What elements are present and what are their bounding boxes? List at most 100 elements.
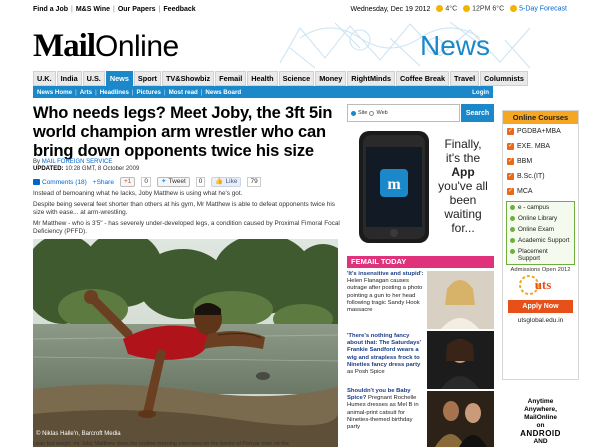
utility-bar: Find a Job | M&S Wine | Our Papers | Fee… [0, 0, 600, 18]
masthead-pattern [279, 21, 531, 69]
separator: | [113, 5, 115, 13]
nav-travel[interactable]: Travel [450, 71, 480, 86]
search-button[interactable]: Search [461, 104, 494, 122]
separator: | [163, 88, 166, 96]
online-courses-ad[interactable]: Online Courses ✓ PGDBA+MBA ✓ EXE. MBA ✓ BBM… [502, 110, 579, 380]
subnav-arts[interactable]: Arts [80, 89, 92, 96]
nav-us[interactable]: U.S. [82, 71, 105, 86]
story-body: as Posh Spice [347, 369, 385, 376]
apply-now-button[interactable]: Apply Now [508, 300, 573, 313]
radio-web[interactable] [369, 110, 375, 116]
checkbox-icon: ✓ [507, 143, 514, 150]
site-logo[interactable]: MailOnline [33, 28, 179, 65]
story-thumbnail[interactable] [427, 271, 494, 329]
paragraph: Instead of bemoaning what he lacks, Joby… [33, 190, 243, 197]
story-thumbnail[interactable] [427, 331, 494, 389]
share-bar: Comments (18) +Share +1 0 ✦ Tweet 0 👍 Like… [33, 177, 261, 187]
nav-science[interactable]: Science [278, 71, 315, 86]
subnav-pictures[interactable]: Pictures [137, 89, 161, 96]
logo-online: Online [94, 30, 179, 63]
feature-item: e - campus [507, 202, 574, 213]
separator: | [75, 88, 77, 96]
link-ms-wine[interactable]: M&S Wine [76, 6, 110, 13]
nav-uk[interactable]: U.K. [33, 71, 56, 86]
forecast-link[interactable]: 5-Day Forecast [510, 5, 567, 13]
byline: By MAIL FOREIGN SERVICE [33, 159, 112, 165]
utility-links: Find a Job | M&S Wine | Our Papers | Fee… [33, 6, 196, 13]
comments-link[interactable]: Comments (18) [33, 179, 87, 186]
app-advert[interactable]: m Finally, it's the App you've all been … [347, 127, 494, 245]
subnav-most-read[interactable]: Most read [169, 89, 198, 96]
date-text: Wednesday, Dec 19 2012 [350, 5, 431, 13]
story-text: Shouldn't you be Baby Spice? Pregnant Ro… [347, 388, 425, 431]
share-link[interactable]: +Share [93, 179, 114, 186]
twitter-icon: ✦ [161, 178, 167, 185]
subnav-news-home[interactable]: News Home [37, 89, 72, 96]
separator: | [200, 88, 203, 96]
plus-count: 0 [141, 177, 151, 187]
radio-site[interactable] [351, 110, 356, 116]
app-ad-line: you've all [438, 179, 488, 193]
features-box: e - campus Online Library Online Exam Ac… [506, 201, 575, 265]
link-our-papers[interactable]: Our Papers [118, 6, 156, 13]
app-ad-line: it's the [445, 151, 481, 165]
logo-mail: Mail [33, 28, 96, 64]
google-plus-button[interactable]: +1 [119, 177, 136, 187]
weather-strip: Wednesday, Dec 19 2012 4°C 12PM 6°C 5-Da… [350, 5, 567, 13]
author-link[interactable]: MAIL FOREIGN SERVICE [42, 159, 113, 165]
android-promo[interactable]: Anytime Anywhere, MailOnline on ANDROID … [502, 398, 579, 446]
nav-tv-showbiz[interactable]: TV&Showbiz [161, 71, 215, 86]
main-nav: U.K. India U.S. News Sport TV&Showbiz Fe… [33, 71, 528, 86]
bullet-icon [510, 205, 515, 210]
course-item: ✓ B.Sc.(IT) [507, 173, 545, 180]
femail-today: FEMAIL TODAY 'It's insensitive and stupi… [347, 256, 494, 447]
nav-coffee-break[interactable]: Coffee Break [396, 71, 450, 86]
story-title[interactable]: 'It's insensitive and stupid': [347, 271, 424, 277]
nav-rightminds[interactable]: RightMinds [347, 71, 396, 86]
caption-text: Lean but weigh: mr Joby Matthew does his… [33, 441, 289, 447]
link-find-a-job[interactable]: Find a Job [33, 6, 68, 13]
ad-url[interactable]: utsglobal.edu.in [503, 317, 578, 324]
nav-femail[interactable]: Femail [215, 71, 247, 86]
tweet-button[interactable]: ✦ Tweet [157, 177, 190, 187]
article-photo [33, 239, 338, 447]
section-title: News [419, 30, 490, 61]
nav-india[interactable]: India [56, 71, 82, 86]
nav-money[interactable]: Money [315, 71, 347, 86]
story-text: 'It's insensitive and stupid': Helen Fla… [347, 271, 425, 314]
sun-icon [436, 5, 444, 13]
femail-header[interactable]: FEMAIL TODAY [347, 256, 494, 268]
subnav-headlines[interactable]: Headlines [100, 89, 129, 96]
promo-line: AND [533, 438, 548, 445]
link-feedback[interactable]: Feedback [163, 6, 195, 13]
updated-value: 10:28 GMT, 8 October 2009 [65, 166, 140, 172]
story-title[interactable]: 'There's nothing fancy about that: The S… [347, 333, 421, 368]
weather-now: 4°C [436, 5, 457, 13]
like-button[interactable]: 👍 Like [211, 177, 242, 187]
updated-label: UPDATED: [33, 166, 64, 172]
nav-columnists[interactable]: Columnists [480, 71, 528, 86]
tweet-count: 0 [195, 177, 206, 187]
bullet-icon [510, 249, 515, 254]
photo-credit: © Niklas Halle'n, Barcroft Media [36, 431, 121, 437]
temp-later: 6°C [492, 5, 505, 13]
search-input[interactable]: Site Web [347, 104, 460, 122]
like-count: 79 [247, 177, 261, 187]
nav-health[interactable]: Health [247, 71, 278, 86]
separator: | [71, 5, 73, 13]
login-link[interactable]: Login [472, 89, 489, 96]
app-ad-line: for... [451, 221, 475, 235]
article-headline: Who needs legs? Meet Joby, the 3ft 5in w… [33, 104, 333, 160]
subnav-news-board[interactable]: News Board [205, 89, 241, 96]
checkbox-icon: ✓ [507, 188, 514, 195]
story-thumbnail[interactable] [427, 391, 494, 447]
ad-header: Online Courses [503, 111, 578, 124]
forecast-time: 12PM [472, 5, 491, 13]
separator: | [131, 88, 134, 96]
paragraph: Despite being several feet shorter than … [33, 201, 335, 216]
svg-text:uts: uts [535, 277, 552, 292]
bullet-icon [510, 216, 515, 221]
nav-news[interactable]: News [105, 71, 133, 86]
nav-sport[interactable]: Sport [133, 71, 161, 86]
radio-site-label: Site [358, 110, 368, 116]
